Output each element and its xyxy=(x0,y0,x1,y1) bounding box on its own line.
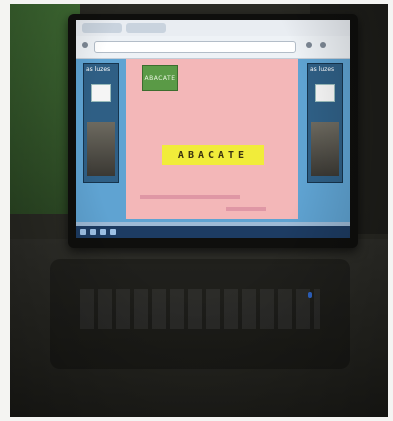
browser-toolbar xyxy=(76,36,350,59)
browser-tab[interactable] xyxy=(82,23,122,33)
browser-tab[interactable] xyxy=(126,23,166,33)
left-panel-thumbnail[interactable] xyxy=(91,84,111,102)
left-panel: as luzes xyxy=(83,63,119,183)
right-panel-photo xyxy=(311,122,339,176)
taskbar xyxy=(76,226,350,238)
back-icon[interactable] xyxy=(82,42,88,48)
address-bar[interactable] xyxy=(94,41,296,53)
right-panel: as luzes xyxy=(307,63,343,183)
right-panel-thumbnail[interactable] xyxy=(315,84,335,102)
start-icon[interactable] xyxy=(80,229,86,235)
slide-area: ABACATE ABACATE xyxy=(126,59,298,219)
left-panel-label: as luzes xyxy=(86,66,111,73)
browser-tab-strip xyxy=(76,20,350,37)
menu-icon[interactable] xyxy=(306,42,312,48)
word-button[interactable]: ABACATE xyxy=(142,65,178,91)
bookmark-icon[interactable] xyxy=(320,42,326,48)
keyboard-keys xyxy=(80,289,320,329)
power-led xyxy=(308,292,312,298)
word-banner: ABACATE xyxy=(162,145,264,165)
slide-note-line xyxy=(226,207,266,211)
taskbar-app-icon[interactable] xyxy=(90,229,96,235)
monitor-screen: as luzes ABACATE ABACATE as luzes xyxy=(76,20,350,238)
slide-note-line xyxy=(140,195,240,199)
photo: as luzes ABACATE ABACATE as luzes xyxy=(10,4,388,417)
taskbar-app-icon[interactable] xyxy=(110,229,116,235)
taskbar-app-icon[interactable] xyxy=(100,229,106,235)
left-panel-photo xyxy=(87,122,115,176)
page-content: as luzes ABACATE ABACATE as luzes xyxy=(76,59,350,238)
right-panel-label: as luzes xyxy=(310,66,335,73)
